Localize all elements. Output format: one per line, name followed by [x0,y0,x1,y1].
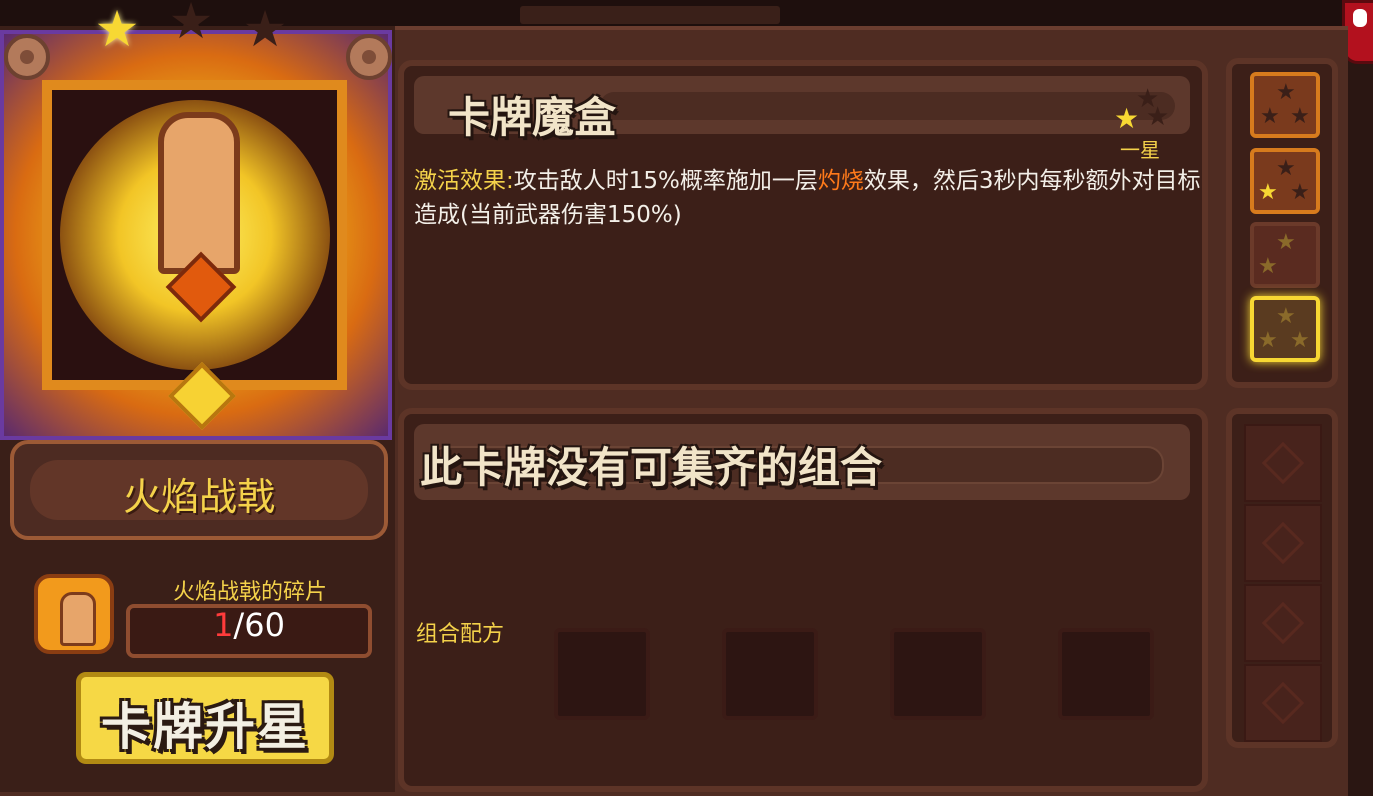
close-icon [1353,9,1367,27]
rivet-icon [346,34,392,80]
star-icon: ★ [1258,180,1278,205]
rank-star-icon-1: ★ [94,0,140,58]
recipe-slot-2[interactable] [722,628,818,720]
effect-text-part1: 攻击敌人时15%概率施加一层 [513,168,818,194]
upgrade-star-button[interactable]: 卡牌升星 [76,672,334,764]
side-slot-2 [1244,504,1322,582]
side-slot-1 [1244,424,1322,502]
effect-description: 激活效果:攻击敌人时15%概率施加一层灼烧效果，然后3秒内每秒额外对目标造成(当… [414,164,1204,232]
recipe-label: 组合配方 [416,622,505,647]
fragment-required: 60 [244,606,285,644]
gem-icon [1261,681,1305,725]
effect-title: 卡牌魔盒 [448,93,617,142]
card-name: 火焰战戟 [122,475,275,519]
halberd-fragment-icon [34,574,114,654]
rivet-icon [4,34,50,80]
star-icon: ★ [1276,230,1296,255]
star-icon: ★ [1276,304,1296,329]
fragment-separator: / [233,606,245,644]
rank-star-icon-2: ★ [168,0,214,50]
halberd-icon [158,112,240,274]
star-icon: ★ [1258,254,1278,279]
star-tab-3[interactable]: ★ ★ [1250,222,1320,288]
star-tab-1[interactable]: ★ ★ ★ [1250,72,1320,138]
top-banner [520,6,780,24]
side-slot-4 [1244,664,1322,742]
star-icon: ★ [1276,80,1296,105]
star-icon: ★ [1290,180,1310,205]
recipe-slot-3[interactable] [890,628,986,720]
rank-star-icon-3: ★ [242,0,288,58]
side-slot-3 [1244,584,1322,662]
star-tab-2[interactable]: ★ ★ ★ [1250,148,1320,214]
upgrade-star-label: 卡牌升星 [101,698,309,756]
effect-keyword: 灼烧 [817,168,864,194]
star-icon: ★ [1276,156,1296,181]
gem-icon [1261,601,1305,645]
gem-icon [1261,521,1305,565]
star-icon: ★ [1290,328,1310,353]
star-icon: ★ [1258,328,1278,353]
recipe-slot-4[interactable] [1058,628,1154,720]
recipe-slot-1[interactable] [554,628,650,720]
star-icon: ★ [1290,104,1310,129]
fragment-count: 1/60 [126,606,372,644]
gem-icon [1261,441,1305,485]
effect-header-bar [600,92,1175,120]
star-rank-icon: ★ ★ ★ [1114,84,1170,135]
star-tab-4[interactable]: ★ ★ ★ [1250,296,1320,362]
star-icon: ★ [1260,104,1280,129]
effect-label: 激活效果: [414,168,514,194]
fragment-label: 火焰战戟的碎片 [172,580,327,605]
fragment-current: 1 [213,606,234,644]
combo-title: 此卡牌没有可集齐的组合 [420,443,883,492]
star-rank-label: 一星 [1120,138,1160,162]
